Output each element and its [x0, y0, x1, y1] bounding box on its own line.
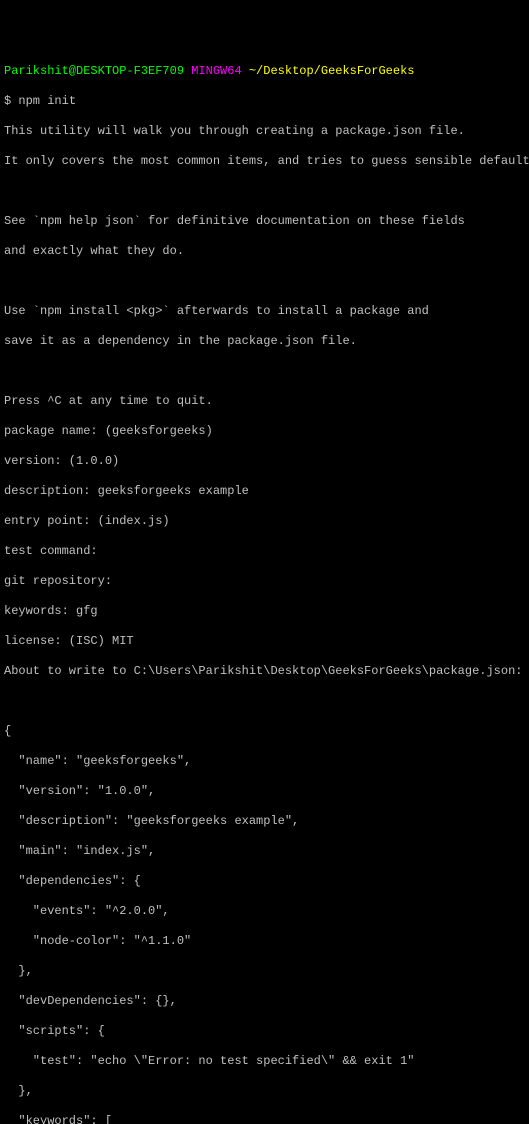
prompt-version[interactable]: version: (1.0.0)	[4, 454, 525, 469]
output-intro-4: and exactly what they do.	[4, 244, 525, 259]
json-keywords-open: "keywords": [	[4, 1114, 525, 1124]
prompt-symbol-1: $	[4, 94, 18, 108]
prompt-entry-point[interactable]: entry point: (index.js)	[4, 514, 525, 529]
blank-line	[4, 694, 525, 709]
json-main: "main": "index.js",	[4, 844, 525, 859]
json-dependencies-close: },	[4, 964, 525, 979]
json-scripts-open: "scripts": {	[4, 1024, 525, 1039]
about-to-write: About to write to C:\Users\Parikshit\Des…	[4, 664, 525, 679]
prompt-license[interactable]: license: (ISC) MIT	[4, 634, 525, 649]
json-dep-events: "events": "^2.0.0",	[4, 904, 525, 919]
json-version: "version": "1.0.0",	[4, 784, 525, 799]
shell-name-1: MINGW64	[191, 64, 241, 78]
json-devdependencies: "devDependencies": {},	[4, 994, 525, 1009]
json-open: {	[4, 724, 525, 739]
blank-line	[4, 274, 525, 289]
blank-line	[4, 184, 525, 199]
prompt-git-repository[interactable]: git repository:	[4, 574, 525, 589]
json-script-test: "test": "echo \"Error: no test specified…	[4, 1054, 525, 1069]
output-intro-3: See `npm help json` for definitive docum…	[4, 214, 525, 229]
json-dep-node-color: "node-color": "^1.1.0"	[4, 934, 525, 949]
command-1: npm init	[18, 94, 76, 108]
prompt-test-command[interactable]: test command:	[4, 544, 525, 559]
blank-line	[4, 364, 525, 379]
json-scripts-close: },	[4, 1084, 525, 1099]
prompt-package-name[interactable]: package name: (geeksforgeeks)	[4, 424, 525, 439]
cwd-1: ~/Desktop/GeeksForGeeks	[249, 64, 415, 78]
output-intro-2: It only covers the most common items, an…	[4, 154, 525, 169]
output-intro-6: save it as a dependency in the package.j…	[4, 334, 525, 349]
prompt-line-1: Parikshit@DESKTOP-F3EF709 MINGW64 ~/Desk…	[4, 64, 525, 79]
json-name: "name": "geeksforgeeks",	[4, 754, 525, 769]
json-description: "description": "geeksforgeeks example",	[4, 814, 525, 829]
output-intro-5: Use `npm install <pkg>` afterwards to in…	[4, 304, 525, 319]
json-dependencies-open: "dependencies": {	[4, 874, 525, 889]
prompt-description[interactable]: description: geeksforgeeks example	[4, 484, 525, 499]
output-intro-1: This utility will walk you through creat…	[4, 124, 525, 139]
output-intro-7: Press ^C at any time to quit.	[4, 394, 525, 409]
prompt-keywords[interactable]: keywords: gfg	[4, 604, 525, 619]
command-line-1[interactable]: $ npm init	[4, 94, 525, 109]
user-host-1: Parikshit@DESKTOP-F3EF709	[4, 64, 184, 78]
